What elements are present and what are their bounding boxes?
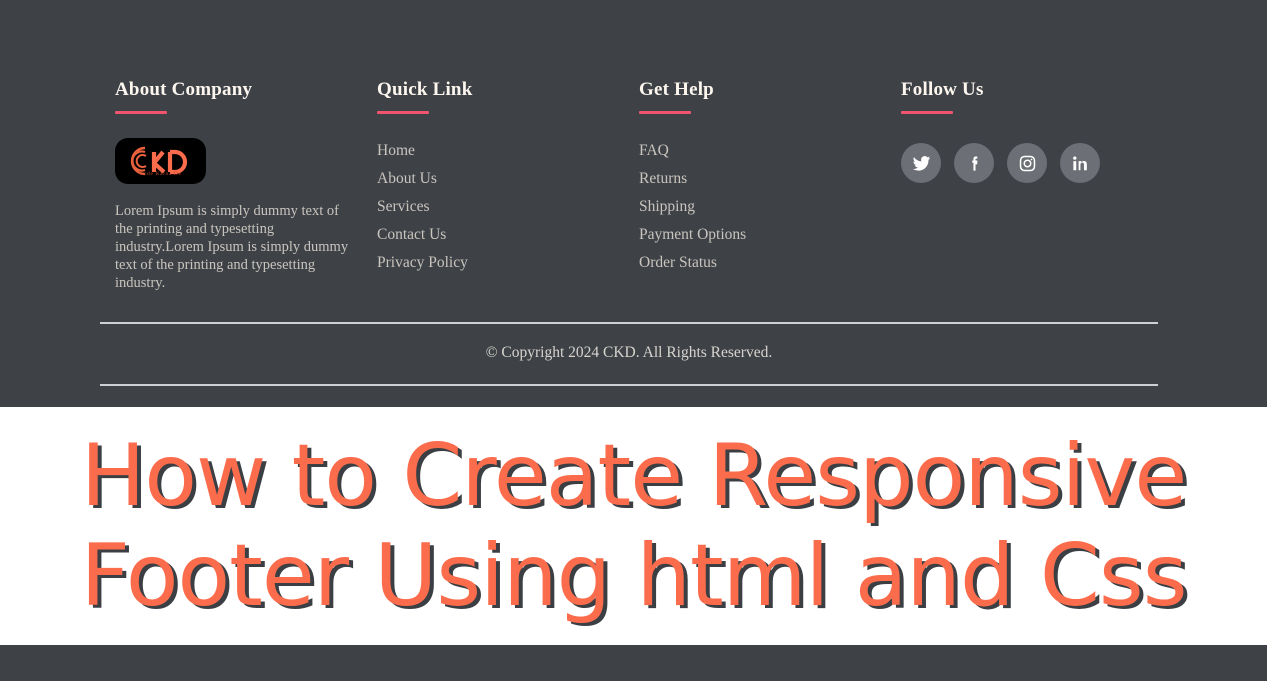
list-item: About Us [377,170,577,188]
title-underline-follow-us [901,111,953,114]
help-link-shipping[interactable]: Shipping [639,198,695,216]
page-bottom-bar [0,645,1267,681]
facebook-icon [965,154,984,173]
title-underline-about [115,111,167,114]
ckd-logo[interactable]: Code Karna De [115,138,206,184]
about-company-description: Lorem Ipsum is simply dummy text of the … [115,202,353,292]
instagram-icon [1018,154,1037,173]
list-item: Home [377,142,577,160]
site-footer: About Company Code Karna De [0,0,1267,407]
footer-column-about-company: About Company Code Karna De [115,78,360,292]
footer-columns: About Company Code Karna De [0,0,1267,318]
list-item: Privacy Policy [377,254,577,272]
column-title-follow-us: Follow Us [901,78,1141,102]
list-item: Payment Options [639,226,859,244]
social-links [901,143,1141,183]
help-link-faq[interactable]: FAQ [639,142,669,160]
list-item: Services [377,198,577,216]
logo-tagline: Code Karna De [139,171,181,177]
footer-column-get-help: Get Help FAQ Returns Shipping Payment Op… [639,78,859,272]
help-link-payment-options[interactable]: Payment Options [639,226,746,244]
quick-link-services[interactable]: Services [377,198,430,216]
quick-link-privacy-policy[interactable]: Privacy Policy [377,254,468,272]
social-link-instagram[interactable] [1007,143,1047,183]
column-title-quick-link: Quick Link [377,78,577,102]
footer-divider-bottom [100,384,1158,386]
list-item: Contact Us [377,226,577,244]
list-item: Order Status [639,254,859,272]
column-title-about-company: About Company [115,78,360,102]
footer-column-quick-link: Quick Link Home About Us Services Contac… [377,78,577,272]
list-item: Shipping [639,198,859,216]
copyright-text: © Copyright 2024 CKD. All Rights Reserve… [100,322,1158,384]
twitter-icon [912,154,931,173]
social-link-linkedin[interactable] [1060,143,1100,183]
help-link-order-status[interactable]: Order Status [639,254,717,272]
quick-link-contact-us[interactable]: Contact Us [377,226,446,244]
linkedin-icon [1071,154,1090,173]
column-title-get-help: Get Help [639,78,859,102]
social-link-twitter[interactable] [901,143,941,183]
list-item: FAQ [639,142,859,160]
title-underline-get-help [639,111,691,114]
social-link-facebook[interactable] [954,143,994,183]
list-item: Returns [639,170,859,188]
help-link-returns[interactable]: Returns [639,170,687,188]
hero-title-section: How to Create Responsive Footer Using ht… [0,407,1267,645]
quick-link-about-us[interactable]: About Us [377,170,437,188]
quick-link-home[interactable]: Home [377,142,415,160]
get-help-link-list: FAQ Returns Shipping Payment Options Ord… [639,142,859,272]
title-underline-quick-link [377,111,429,114]
footer-column-follow-us: Follow Us [901,78,1141,183]
hero-title-line-2: Footer Using html and Css [80,526,1186,626]
hero-title-line-1: How to Create Responsive [81,426,1187,526]
quick-link-list: Home About Us Services Contact Us Privac… [377,142,577,272]
